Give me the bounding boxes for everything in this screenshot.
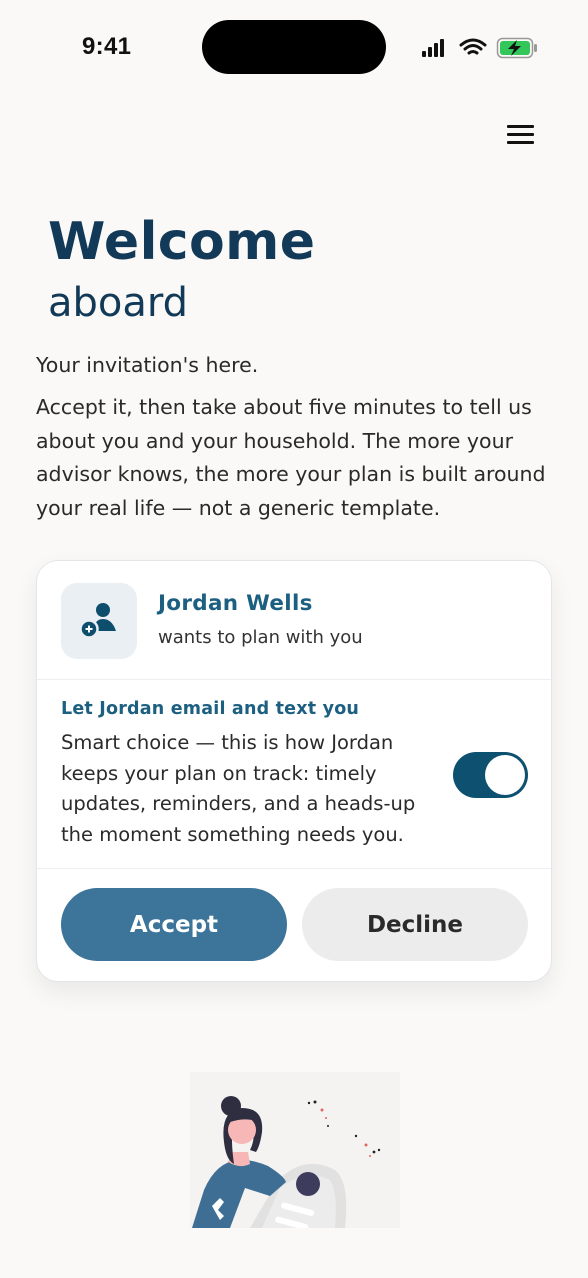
consent-text: Smart choice — this is how Jordan keeps … <box>61 731 416 846</box>
status-bar: 9:41 <box>0 0 588 95</box>
menu-button[interactable] <box>500 118 540 152</box>
system-status-icons <box>422 37 537 59</box>
invite-description: wants to plan with you <box>158 627 363 648</box>
intro-text: Your invitation's here. <box>36 353 259 377</box>
welcome-illustration <box>190 1072 400 1228</box>
dynamic-island <box>202 20 386 74</box>
toggle-knob <box>485 755 525 795</box>
page-subtitle: aboard <box>48 280 189 326</box>
accept-button[interactable]: Accept <box>61 888 287 961</box>
body-text: Accept it, then take about five minutes … <box>36 395 546 520</box>
status-time: 9:41 <box>82 33 132 60</box>
wifi-icon <box>459 38 487 55</box>
divider <box>37 679 551 680</box>
cellular-signal-icon <box>422 39 444 57</box>
advisor-name: Jordan Wells <box>158 591 313 616</box>
page-title: Welcome <box>48 212 316 272</box>
add-person-icon <box>79 603 116 639</box>
invitation-card: Jordan Wells wants to plan with you Let … <box>36 560 552 982</box>
divider <box>37 868 551 869</box>
advisor-avatar <box>61 583 137 659</box>
decline-button[interactable]: Decline <box>302 888 528 961</box>
battery-charging-icon <box>496 37 537 59</box>
consent-toggle[interactable] <box>453 752 528 798</box>
hamburger-menu-icon <box>507 125 534 128</box>
consent-title: Let Jordan email and text you <box>61 699 360 719</box>
